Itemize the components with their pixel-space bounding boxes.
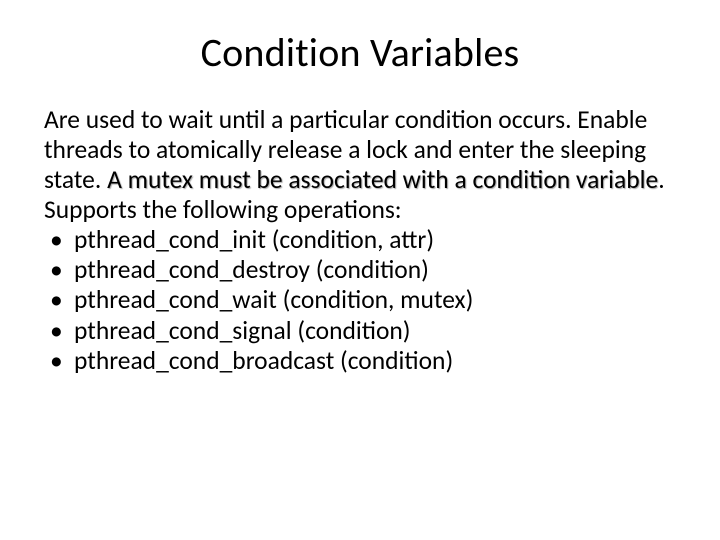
list-item: pthread_cond_signal (condition): [44, 316, 676, 346]
bullet-list: pthread_cond_init (condition, attr) pthr…: [44, 225, 676, 375]
list-item: pthread_cond_init (condition, attr): [44, 225, 676, 255]
slide-body: Are used to wait until a particular cond…: [44, 105, 676, 376]
list-item-label: pthread_cond_destroy (condition): [74, 254, 429, 285]
slide: Condition Variables Are used to wait unt…: [0, 0, 720, 540]
list-item-label: pthread_cond_broadcast (condition): [74, 345, 453, 376]
list-item: pthread_cond_wait (condition, mutex): [44, 285, 676, 315]
list-item: pthread_cond_destroy (condition): [44, 255, 676, 285]
list-item: pthread_cond_broadcast (condition): [44, 346, 676, 376]
list-item-label: pthread_cond_wait (condition, mutex): [74, 284, 473, 315]
intro-paragraph: Are used to wait until a particular cond…: [44, 105, 676, 225]
list-item-label: pthread_cond_init (condition, attr): [74, 224, 434, 255]
slide-title: Condition Variables: [44, 28, 676, 77]
list-item-label: pthread_cond_signal (condition): [74, 315, 411, 346]
intro-emphasis: A mutex must be associated with a condit…: [107, 164, 658, 195]
